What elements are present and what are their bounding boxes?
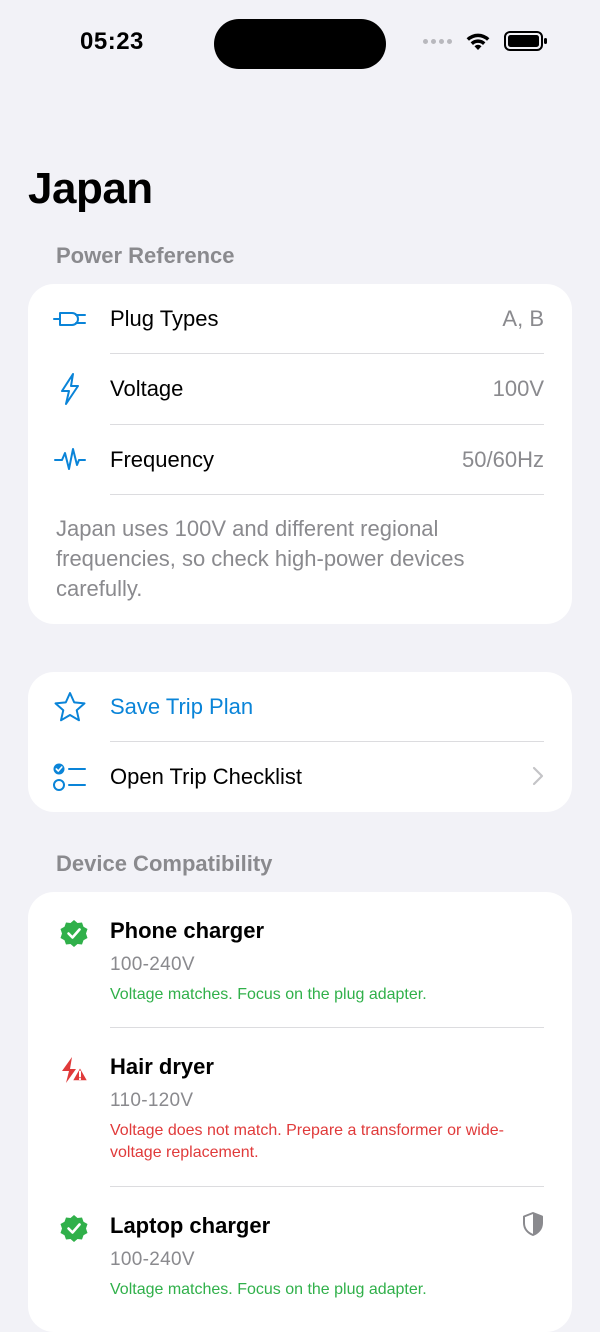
voltage-value: 100V	[492, 376, 544, 401]
plug-types-row: Plug Types A, B	[28, 284, 572, 354]
checklist-icon	[52, 759, 88, 795]
divider	[110, 494, 544, 495]
save-trip-plan-label: Save Trip Plan	[110, 694, 254, 719]
frequency-value: 50/60Hz	[462, 447, 544, 472]
wifi-icon	[466, 33, 490, 50]
device-compatibility-header: Device Compatibility	[56, 851, 273, 876]
star-icon	[52, 689, 88, 725]
device-status: Voltage does not match. Prepare a transf…	[110, 1122, 504, 1161]
device-item-laptop-charger: Laptop charger 100-240V Voltage matches.…	[28, 1187, 572, 1332]
plug-types-value: A, B	[502, 306, 544, 331]
frequency-row: Frequency 50/60Hz	[28, 425, 572, 495]
open-trip-checklist-button[interactable]: Open Trip Checklist	[28, 742, 572, 812]
device-voltage: 110-120V	[110, 1090, 194, 1111]
device-name: Hair dryer	[110, 1054, 214, 1079]
device-item-phone-charger: Phone charger 100-240V Voltage matches. …	[28, 892, 572, 1028]
device-name: Phone charger	[110, 918, 265, 943]
dynamic-island	[214, 19, 386, 69]
actions-card: Save Trip Plan Open Trip Checklist	[28, 672, 572, 812]
device-status: Voltage matches. Focus on the plug adapt…	[110, 1281, 427, 1298]
status-time: 05:23	[80, 28, 144, 55]
device-name: Laptop charger	[110, 1213, 271, 1238]
save-trip-plan-button[interactable]: Save Trip Plan	[28, 672, 572, 742]
plug-types-label: Plug Types	[110, 306, 219, 331]
frequency-label: Frequency	[110, 447, 214, 472]
status-indicators	[423, 30, 548, 52]
chevron-right-icon	[532, 766, 544, 791]
waveform-icon	[52, 442, 88, 478]
page-title: Japan	[28, 164, 153, 213]
plug-icon	[52, 301, 88, 337]
device-voltage: 100-240V	[110, 954, 195, 975]
status-bar: 05:23	[0, 0, 600, 90]
device-voltage: 100-240V	[110, 1249, 195, 1270]
check-badge-icon	[58, 1213, 90, 1245]
check-badge-icon	[58, 918, 90, 950]
voltage-label: Voltage	[110, 376, 184, 401]
open-trip-checklist-label: Open Trip Checklist	[110, 764, 302, 789]
device-item-hair-dryer: Hair dryer 110-120V Voltage does not mat…	[28, 1028, 572, 1186]
device-compatibility-card: Phone charger 100-240V Voltage matches. …	[28, 892, 572, 1332]
power-reference-header: Power Reference	[56, 243, 235, 268]
cellular-signal-icon	[423, 31, 452, 51]
device-status: Voltage matches. Focus on the plug adapt…	[110, 986, 427, 1003]
shield-icon[interactable]	[522, 1211, 544, 1242]
power-note: Japan uses 100V and different regional f…	[56, 516, 465, 601]
bolt-warning-icon	[58, 1054, 90, 1086]
voltage-row: Voltage 100V	[28, 354, 572, 424]
battery-icon	[504, 31, 547, 51]
bolt-icon	[52, 371, 88, 407]
power-reference-card: Plug Types A, B Voltage 100V Frequency 5…	[28, 284, 572, 624]
